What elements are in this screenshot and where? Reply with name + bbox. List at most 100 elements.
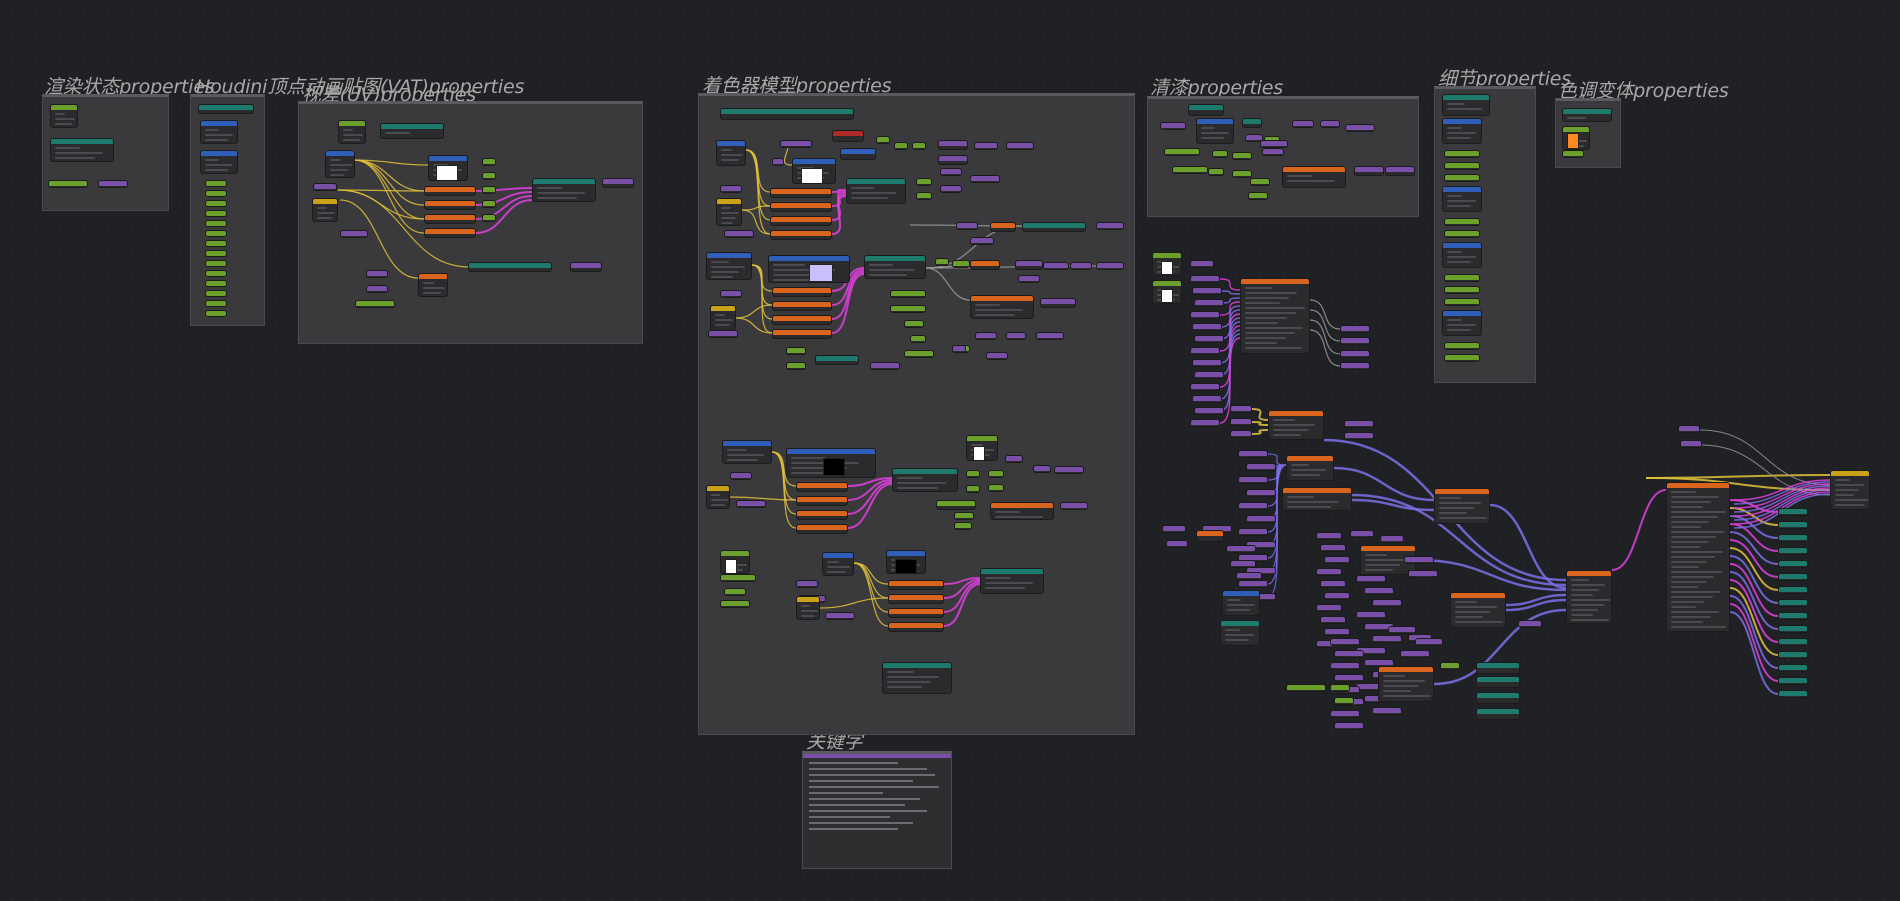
graph-node[interactable] (888, 580, 944, 590)
graph-node[interactable] (1334, 674, 1364, 682)
graph-node[interactable] (1033, 465, 1051, 473)
graph-node[interactable] (1444, 230, 1480, 238)
graph-node[interactable] (954, 512, 974, 520)
graph-node[interactable] (1286, 455, 1334, 481)
graph-node[interactable] (1350, 530, 1374, 538)
graph-node[interactable] (1518, 620, 1542, 628)
graph-node[interactable] (1240, 278, 1310, 354)
graph-node[interactable] (796, 496, 848, 506)
graph-node[interactable] (366, 285, 388, 293)
graph-node[interactable] (1230, 560, 1256, 568)
graph-node[interactable] (1680, 440, 1702, 448)
graph-node[interactable] (1778, 560, 1808, 568)
graph-node[interactable] (1434, 488, 1490, 524)
graph-node[interactable] (796, 596, 820, 620)
graph-node[interactable] (1450, 592, 1506, 628)
graph-node[interactable] (1166, 540, 1188, 548)
graph-node[interactable] (1230, 430, 1252, 438)
graph-node[interactable] (796, 510, 848, 520)
graph-node[interactable] (720, 185, 742, 193)
graph-node[interactable] (974, 142, 998, 150)
graph-node[interactable] (724, 588, 746, 596)
graph-node[interactable] (720, 600, 750, 608)
graph-node[interactable] (1006, 142, 1034, 150)
graph-node[interactable] (205, 280, 227, 287)
graph-node[interactable] (1238, 580, 1268, 588)
graph-node[interactable] (970, 295, 1034, 319)
graph-node[interactable] (938, 155, 968, 165)
graph-node[interactable] (602, 178, 634, 188)
node-graph-canvas[interactable]: 渲染状态properties Houdini顶点动画贴图(VAT)propert… (0, 0, 1900, 901)
graph-node[interactable] (1344, 432, 1374, 440)
graph-node[interactable] (772, 301, 832, 311)
graph-node[interactable] (1566, 570, 1612, 624)
graph-node[interactable] (1320, 120, 1340, 128)
graph-node[interactable] (1172, 166, 1208, 174)
graph-node[interactable] (1388, 626, 1416, 634)
graph-node[interactable] (1230, 418, 1252, 426)
graph-node[interactable] (990, 222, 1016, 232)
graph-node[interactable] (940, 168, 962, 176)
graph-node[interactable] (1232, 170, 1252, 178)
graph-node[interactable] (708, 330, 738, 338)
graph-node[interactable] (1196, 530, 1224, 542)
graph-node[interactable] (338, 120, 366, 144)
graph-node[interactable] (1476, 692, 1520, 704)
graph-node[interactable] (890, 305, 926, 313)
graph-node[interactable] (1372, 635, 1402, 643)
graph-node[interactable] (1476, 676, 1520, 688)
graph-node[interactable] (882, 662, 952, 694)
graph-node[interactable] (796, 580, 818, 588)
graph-node[interactable] (482, 186, 496, 194)
graph-node[interactable] (424, 186, 476, 196)
graph-node[interactable] (1043, 262, 1069, 270)
graph-node[interactable] (1040, 298, 1076, 308)
graph-node[interactable] (792, 158, 836, 184)
graph-node[interactable] (1778, 625, 1808, 633)
graph-node[interactable] (888, 608, 944, 618)
graph-node[interactable] (1344, 420, 1374, 428)
graph-node[interactable] (1778, 612, 1808, 620)
graph-node[interactable] (200, 120, 238, 144)
graph-node[interactable] (1230, 405, 1252, 413)
graph-node[interactable] (366, 270, 388, 278)
graph-node[interactable] (815, 355, 859, 365)
graph-node[interactable] (205, 180, 227, 187)
graph-node[interactable] (724, 230, 754, 238)
graph-node[interactable] (98, 180, 128, 188)
graph-node[interactable] (1400, 650, 1430, 658)
graph-node[interactable] (1320, 544, 1346, 552)
graph-node[interactable] (205, 270, 227, 277)
graph-node[interactable] (822, 552, 854, 576)
graph-node[interactable] (864, 255, 926, 279)
graph-node[interactable] (1444, 218, 1480, 226)
graph-node[interactable] (1316, 568, 1342, 576)
graph-node[interactable] (1778, 651, 1808, 659)
graph-node[interactable] (1476, 662, 1520, 674)
graph-node[interactable] (1334, 697, 1354, 705)
graph-node[interactable] (912, 142, 926, 150)
graph-node[interactable] (890, 290, 926, 298)
graph-node[interactable] (1194, 335, 1224, 343)
graph-node[interactable] (1778, 586, 1808, 594)
graph-node[interactable] (424, 214, 476, 224)
graph-node[interactable] (730, 472, 752, 480)
graph-node[interactable] (1356, 575, 1386, 583)
graph-node[interactable] (205, 240, 227, 247)
graph-node[interactable] (1246, 489, 1276, 497)
graph-node[interactable] (205, 210, 227, 217)
graph-node[interactable] (205, 230, 227, 237)
graph-node[interactable] (1320, 580, 1346, 588)
graph-node[interactable] (1778, 521, 1808, 529)
graph-node[interactable] (786, 362, 806, 370)
graph-node[interactable] (1242, 118, 1262, 128)
graph-node[interactable] (772, 329, 832, 339)
graph-node[interactable] (772, 315, 832, 325)
graph-node[interactable] (1006, 332, 1026, 340)
graph-node[interactable] (1005, 455, 1023, 463)
graph-node[interactable] (1054, 466, 1084, 474)
graph-node[interactable] (1226, 545, 1256, 553)
graph-node[interactable] (1330, 638, 1360, 646)
graph-node[interactable] (954, 522, 972, 530)
graph-node[interactable] (720, 108, 854, 120)
